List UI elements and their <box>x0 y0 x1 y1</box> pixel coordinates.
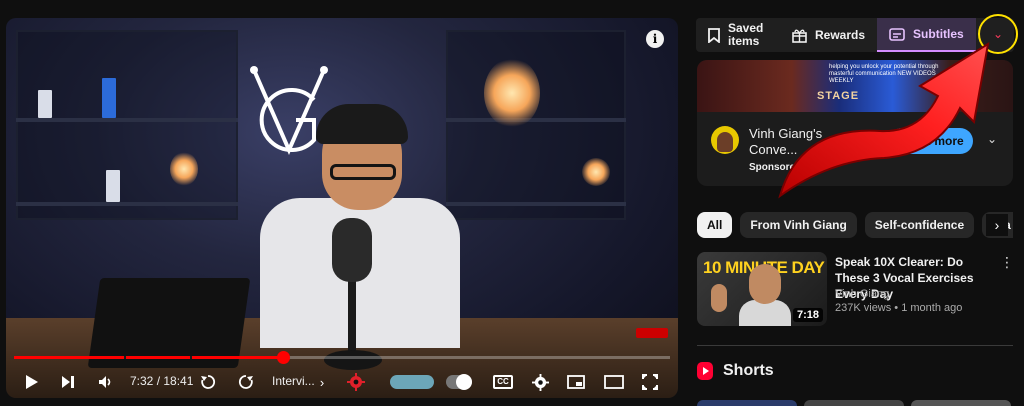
ad-sponsored-label: Sponsored · <box>749 162 808 173</box>
chevron-down-icon: ⌄ <box>992 27 1004 41</box>
next-icon[interactable] <box>56 366 80 398</box>
play-icon[interactable] <box>20 366 44 398</box>
chip-self-confidence[interactable]: Self-confidence <box>864 212 975 238</box>
book <box>102 78 116 118</box>
extension-pill[interactable] <box>390 375 434 389</box>
chapter-marker <box>124 356 126 359</box>
right-shelf <box>446 30 626 220</box>
short-thumbnail[interactable] <box>804 400 904 406</box>
chevron-right-icon[interactable]: › <box>986 214 1008 236</box>
book <box>38 90 52 118</box>
thumbnail-face <box>749 264 781 304</box>
expand-tabs-button[interactable]: ⌄ <box>978 14 1018 54</box>
video-player[interactable]: i 7:32 / 18:41 Intervi... › CC <box>6 18 678 398</box>
divider <box>697 345 1013 346</box>
chevron-down-icon[interactable]: ⌄ <box>987 132 997 146</box>
tab-rewards[interactable]: Rewards <box>780 18 877 52</box>
shorts-header: Shorts <box>697 362 774 380</box>
ad-banner-stage: STAGE <box>817 90 860 102</box>
time-display: 7:32 / 18:41 <box>130 374 194 388</box>
cc-icon[interactable]: CC <box>490 366 516 398</box>
autoplay-toggle[interactable] <box>446 374 472 390</box>
progress-bar[interactable] <box>14 351 670 364</box>
left-shelf <box>16 30 238 220</box>
filter-chips: All From Vinh Giang Self-confidence Dia <box>697 212 1013 238</box>
shelf-board <box>16 118 238 122</box>
shelf-board <box>446 118 626 122</box>
video-thumbnail[interactable]: 10 MINUTE DAY 7:18 <box>697 252 827 326</box>
fullscreen-icon[interactable] <box>638 366 662 398</box>
short-thumbnail[interactable] <box>911 400 1011 406</box>
gift-icon <box>792 29 807 43</box>
lamp <box>582 158 610 186</box>
person-hair <box>316 104 408 144</box>
more-vert-icon[interactable]: ⋮ <box>1000 254 1014 271</box>
thumbnail-hand <box>711 284 727 312</box>
tab-label: Subtitles <box>913 27 964 41</box>
lamp <box>170 152 198 186</box>
settings-icon[interactable] <box>528 366 552 398</box>
ad-card[interactable]: helping you unlock your potential throug… <box>697 60 1013 186</box>
chevron-right-icon[interactable]: › <box>316 366 328 398</box>
engagement-tabs: Saved items Rewards Subtitles <box>696 18 1014 52</box>
shorts-icon <box>697 362 713 380</box>
tab-saved-items[interactable]: Saved items <box>696 18 780 52</box>
duration-badge: 7:18 <box>792 308 823 322</box>
ad-banner-tagline: helping you unlock your potential throug… <box>829 64 939 84</box>
chapter-title[interactable]: Intervi... <box>272 374 315 388</box>
short-thumbnail[interactable] <box>697 400 797 406</box>
info-icon[interactable]: i <box>646 30 664 48</box>
video-meta: 237K views • 1 month ago <box>835 302 963 314</box>
shelf-board <box>446 202 626 206</box>
advertiser-avatar[interactable] <box>711 126 739 154</box>
tab-subtitles[interactable]: Subtitles <box>877 18 976 52</box>
tab-label: Saved items <box>728 21 764 48</box>
video-channel[interactable]: Vinh Giang <box>835 288 889 300</box>
chapter-marker <box>190 356 192 359</box>
shorts-title: Shorts <box>723 362 774 379</box>
settings-gear-red-icon[interactable] <box>344 366 368 398</box>
progress-fill <box>14 356 283 359</box>
ad-title[interactable]: Vinh Giang's Conve... <box>749 126 869 158</box>
book <box>106 170 120 202</box>
rewind-icon[interactable] <box>196 366 220 398</box>
neon-vg-logo <box>250 66 328 155</box>
chip-all[interactable]: All <box>697 212 733 238</box>
bookmark-icon <box>708 27 720 43</box>
subtitles-icon <box>889 27 905 41</box>
miniplayer-icon[interactable] <box>564 366 588 398</box>
microphone <box>332 218 372 282</box>
laptop <box>87 278 251 368</box>
learn-more-button[interactable]: Learn more <box>889 128 973 154</box>
chip-from-vinh-giang[interactable]: From Vinh Giang <box>740 212 857 238</box>
player-controls: 7:32 / 18:41 Intervi... › CC <box>6 366 678 398</box>
app-root: i 7:32 / 18:41 Intervi... › CC Saved ite… <box>0 0 1024 406</box>
glasses <box>330 164 396 180</box>
ad-banner-image[interactable]: helping you unlock your potential throug… <box>697 60 1013 112</box>
volume-icon[interactable] <box>94 366 118 398</box>
tab-label: Rewards <box>815 28 866 42</box>
subscribe-watermark[interactable] <box>636 328 668 338</box>
shelf-board <box>16 202 238 206</box>
forward-icon[interactable] <box>234 366 258 398</box>
lamp <box>484 58 540 128</box>
theater-icon[interactable] <box>602 366 626 398</box>
progress-scrubber[interactable] <box>276 351 290 364</box>
